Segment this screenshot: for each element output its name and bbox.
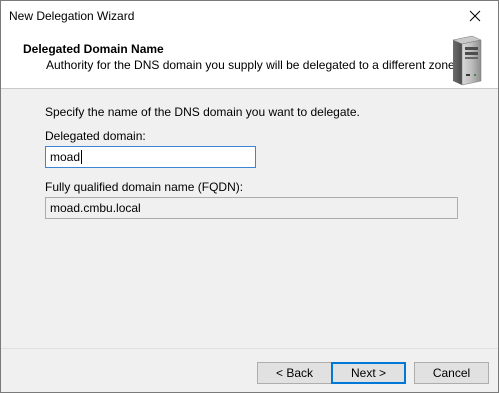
delegated-domain-label: Delegated domain: — [45, 129, 146, 143]
title-bar[interactable]: New Delegation Wizard — [1, 1, 498, 31]
window-title: New Delegation Wizard — [9, 9, 135, 23]
wizard-window: New Delegation Wizard Delegated Domain N… — [0, 0, 499, 393]
fqdn-field: moad.cmbu.local — [45, 197, 458, 219]
page-title: Delegated Domain Name — [23, 42, 164, 56]
server-icon — [452, 35, 482, 86]
next-button[interactable]: Next > — [331, 362, 406, 384]
back-button[interactable]: < Back — [257, 362, 332, 384]
close-icon — [469, 10, 481, 22]
delegated-domain-value: moad — [50, 150, 81, 164]
button-bar: < Back Next > Cancel — [1, 348, 498, 392]
cancel-button[interactable]: Cancel — [414, 362, 489, 384]
wizard-header: Delegated Domain Name Authority for the … — [1, 31, 498, 89]
wizard-content: Specify the name of the DNS domain you w… — [1, 90, 498, 348]
close-button[interactable] — [452, 1, 498, 31]
text-caret — [81, 150, 83, 164]
fqdn-label: Fully qualified domain name (FQDN): — [45, 180, 244, 194]
delegated-domain-input[interactable]: moad — [45, 146, 256, 168]
instruction-text: Specify the name of the DNS domain you w… — [45, 105, 360, 119]
page-subtitle: Authority for the DNS domain you supply … — [46, 58, 459, 72]
